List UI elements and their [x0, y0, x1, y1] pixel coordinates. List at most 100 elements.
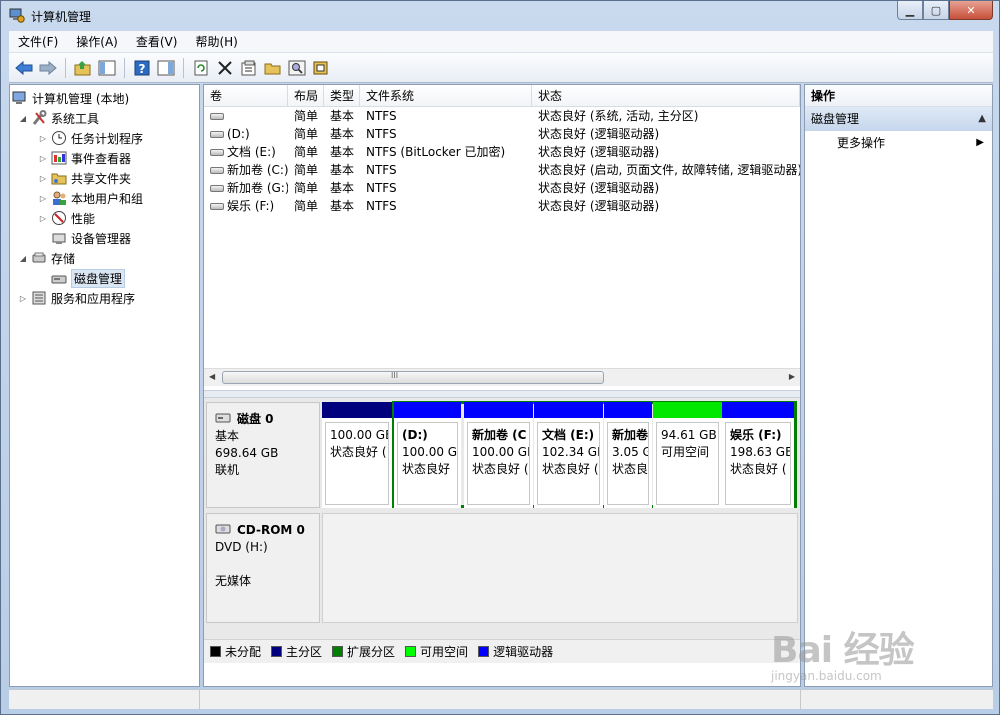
column-header-layout[interactable]: 布局 [288, 85, 324, 106]
cdrom-0-area[interactable] [322, 513, 798, 623]
tree-item-services-apps[interactable]: ▷ 服务和应用程序 [10, 288, 199, 308]
cell-text: 新加卷 (C:) [227, 163, 288, 177]
table-cell: 基本 [324, 161, 360, 179]
help-button[interactable]: ? [131, 57, 153, 79]
cdrom-icon [215, 524, 231, 534]
collapse-up-icon[interactable]: ▲ [978, 107, 986, 131]
column-header-status[interactable]: 状态 [532, 85, 800, 106]
tree-item-label: 存储 [51, 251, 76, 266]
tree-item-device-manager[interactable]: 设备管理器 [10, 228, 199, 248]
cell-text: 简单 [294, 181, 319, 195]
cdrom-0-label[interactable]: CD-ROM 0 DVD (H:) 无媒体 [206, 513, 320, 623]
table-row[interactable]: 简单 基本 NTFS 状态良好 (系统, 活动, 主分区) [204, 107, 800, 125]
refresh-button[interactable] [190, 57, 212, 79]
collapsed-arrow-icon[interactable]: ▷ [38, 174, 48, 183]
table-cell: 文档 (E:) [204, 143, 288, 161]
scroll-right-icon[interactable]: ▶ [789, 372, 795, 381]
collapsed-arrow-icon[interactable]: ▷ [38, 214, 48, 223]
delete-button[interactable] [214, 57, 236, 79]
table-cell: NTFS [360, 107, 532, 125]
up-folder-icon [74, 60, 91, 75]
cell-text: 简单 [294, 127, 319, 141]
tree-item-performance[interactable]: ▷ 性能 [10, 208, 199, 228]
open-button[interactable] [262, 57, 284, 79]
table-cell: NTFS [360, 125, 532, 143]
partition-block[interactable]: 文档 (E:) 102.34 GB 状态良好 ( [534, 402, 603, 508]
cell-text: 娱乐 (F:) [227, 199, 275, 213]
tree-item-event-viewer[interactable]: ▷ 事件查看器 [10, 148, 199, 168]
legend-unallocated: 未分配 [210, 643, 261, 660]
search-button[interactable] [286, 57, 308, 79]
event-viewer-icon [51, 151, 67, 165]
tree-item-system-tools[interactable]: ◢ 系统工具 [10, 108, 199, 128]
close-button[interactable]: ✕ [949, 1, 993, 20]
partition-status: 状态良好 [402, 462, 451, 476]
table-row[interactable]: 新加卷 (G:) 简单 基本 NTFS 状态良好 (逻辑驱动器) [204, 179, 800, 197]
horizontal-scrollbar[interactable]: ◀ III ▶ [204, 368, 800, 386]
show-hide-action-button[interactable] [155, 57, 177, 79]
cdrom-0-media: 无媒体 [215, 574, 252, 588]
table-row[interactable]: 新加卷 (C:) 简单 基本 NTFS 状态良好 (启动, 页面文件, 故障转储, 逻辑… [204, 161, 800, 179]
column-header-type[interactable]: 类型 [324, 85, 360, 106]
properties-button[interactable] [238, 57, 260, 79]
expanded-arrow-icon[interactable]: ◢ [18, 114, 28, 123]
collapsed-arrow-icon[interactable]: ▷ [38, 194, 48, 203]
partition-block[interactable]: 娱乐 (F:) 198.63 GB 状态良好 ( [722, 402, 794, 508]
computer-management-window: 计算机管理 ▁ ▢ ✕ 文件(F) 操作(A) 查看(V) 帮助(H) ? 计算… [0, 0, 1000, 715]
menu-action[interactable]: 操作(A) [67, 33, 127, 50]
more-actions-item[interactable]: 更多操作 ▶ [805, 131, 992, 155]
up-button[interactable] [72, 57, 94, 79]
collapsed-arrow-icon[interactable]: ▷ [38, 134, 48, 143]
table-row[interactable]: 文档 (E:) 简单 基本 NTFS (BitLocker 已加密) 状态良好 (逻辑驱… [204, 143, 800, 161]
partition-block[interactable]: 100.00 GB 状态良好 ( [322, 402, 392, 508]
menu-view[interactable]: 查看(V) [127, 33, 187, 50]
open-icon [264, 63, 281, 74]
tree-root-label: 计算机管理 (本地) [32, 91, 130, 106]
menu-help[interactable]: 帮助(H) [186, 33, 246, 50]
table-cell: 状态良好 (启动, 页面文件, 故障转储, 逻辑驱动器) [532, 161, 800, 179]
storage-icon [32, 252, 46, 263]
partition-block[interactable]: 新加卷 (C 100.00 GB 状态良好 ( [464, 402, 533, 508]
expanded-arrow-icon[interactable]: ◢ [18, 254, 28, 263]
disk-0-type: 基本 [215, 429, 240, 443]
partition-block[interactable]: 新加卷 3.05 GB 状态良好 [604, 402, 652, 508]
partition-block[interactable]: 94.61 GB 可用空间 [653, 402, 722, 508]
cell-text: 文档 (E:) [227, 145, 276, 159]
collapsed-arrow-icon[interactable]: ▷ [38, 154, 48, 163]
partition-block[interactable]: (D:) 100.00 GB 状态良好 [394, 402, 461, 508]
menu-file[interactable]: 文件(F) [9, 33, 67, 50]
volume-drive-icon [210, 167, 224, 174]
show-hide-tree-button[interactable] [96, 57, 118, 79]
table-cell: 简单 [288, 143, 324, 161]
tree-item-local-users[interactable]: ▷ 本地用户和组 [10, 188, 199, 208]
scrollbar-thumb[interactable] [222, 371, 604, 384]
tree-item-task-scheduler[interactable]: ▷ 任务计划程序 [10, 128, 199, 148]
column-header-filesystem[interactable]: 文件系统 [360, 85, 532, 106]
minimize-button[interactable]: ▁ [897, 1, 923, 20]
title-bar[interactable]: 计算机管理 ▁ ▢ ✕ [1, 1, 999, 31]
forward-icon [39, 60, 57, 75]
actions-section-disk-management[interactable]: 磁盘管理 ▲ [805, 107, 992, 131]
tree-item-storage[interactable]: ◢ 存储 [10, 248, 199, 268]
table-cell: NTFS [360, 161, 532, 179]
wizard-button[interactable] [310, 57, 332, 79]
column-header-volume[interactable]: 卷 [204, 85, 288, 106]
table-cell: 基本 [324, 197, 360, 215]
legend-label: 主分区 [286, 645, 323, 659]
table-row[interactable]: (D:) 简单 基本 NTFS 状态良好 (逻辑驱动器) [204, 125, 800, 143]
tree-item-disk-management[interactable]: 磁盘管理 [10, 268, 199, 288]
device-manager-icon [52, 233, 66, 244]
maximize-button[interactable]: ▢ [923, 1, 949, 20]
tree-root[interactable]: 计算机管理 (本地) [10, 88, 199, 108]
tree-item-label: 服务和应用程序 [51, 291, 136, 306]
pane-splitter[interactable] [204, 390, 800, 398]
table-row[interactable]: 娱乐 (F:) 简单 基本 NTFS 状态良好 (逻辑驱动器) [204, 197, 800, 215]
collapsed-arrow-icon[interactable]: ▷ [18, 294, 28, 303]
back-button[interactable] [13, 57, 35, 79]
scroll-left-icon[interactable]: ◀ [209, 372, 215, 381]
table-cell: 简单 [288, 125, 324, 143]
tree-item-shared-folders[interactable]: ▷ 共享文件夹 [10, 168, 199, 188]
disk-0-label[interactable]: 磁盘 0 基本 698.64 GB 联机 [206, 402, 320, 508]
forward-button[interactable] [37, 57, 59, 79]
legend-swatch [210, 646, 221, 657]
